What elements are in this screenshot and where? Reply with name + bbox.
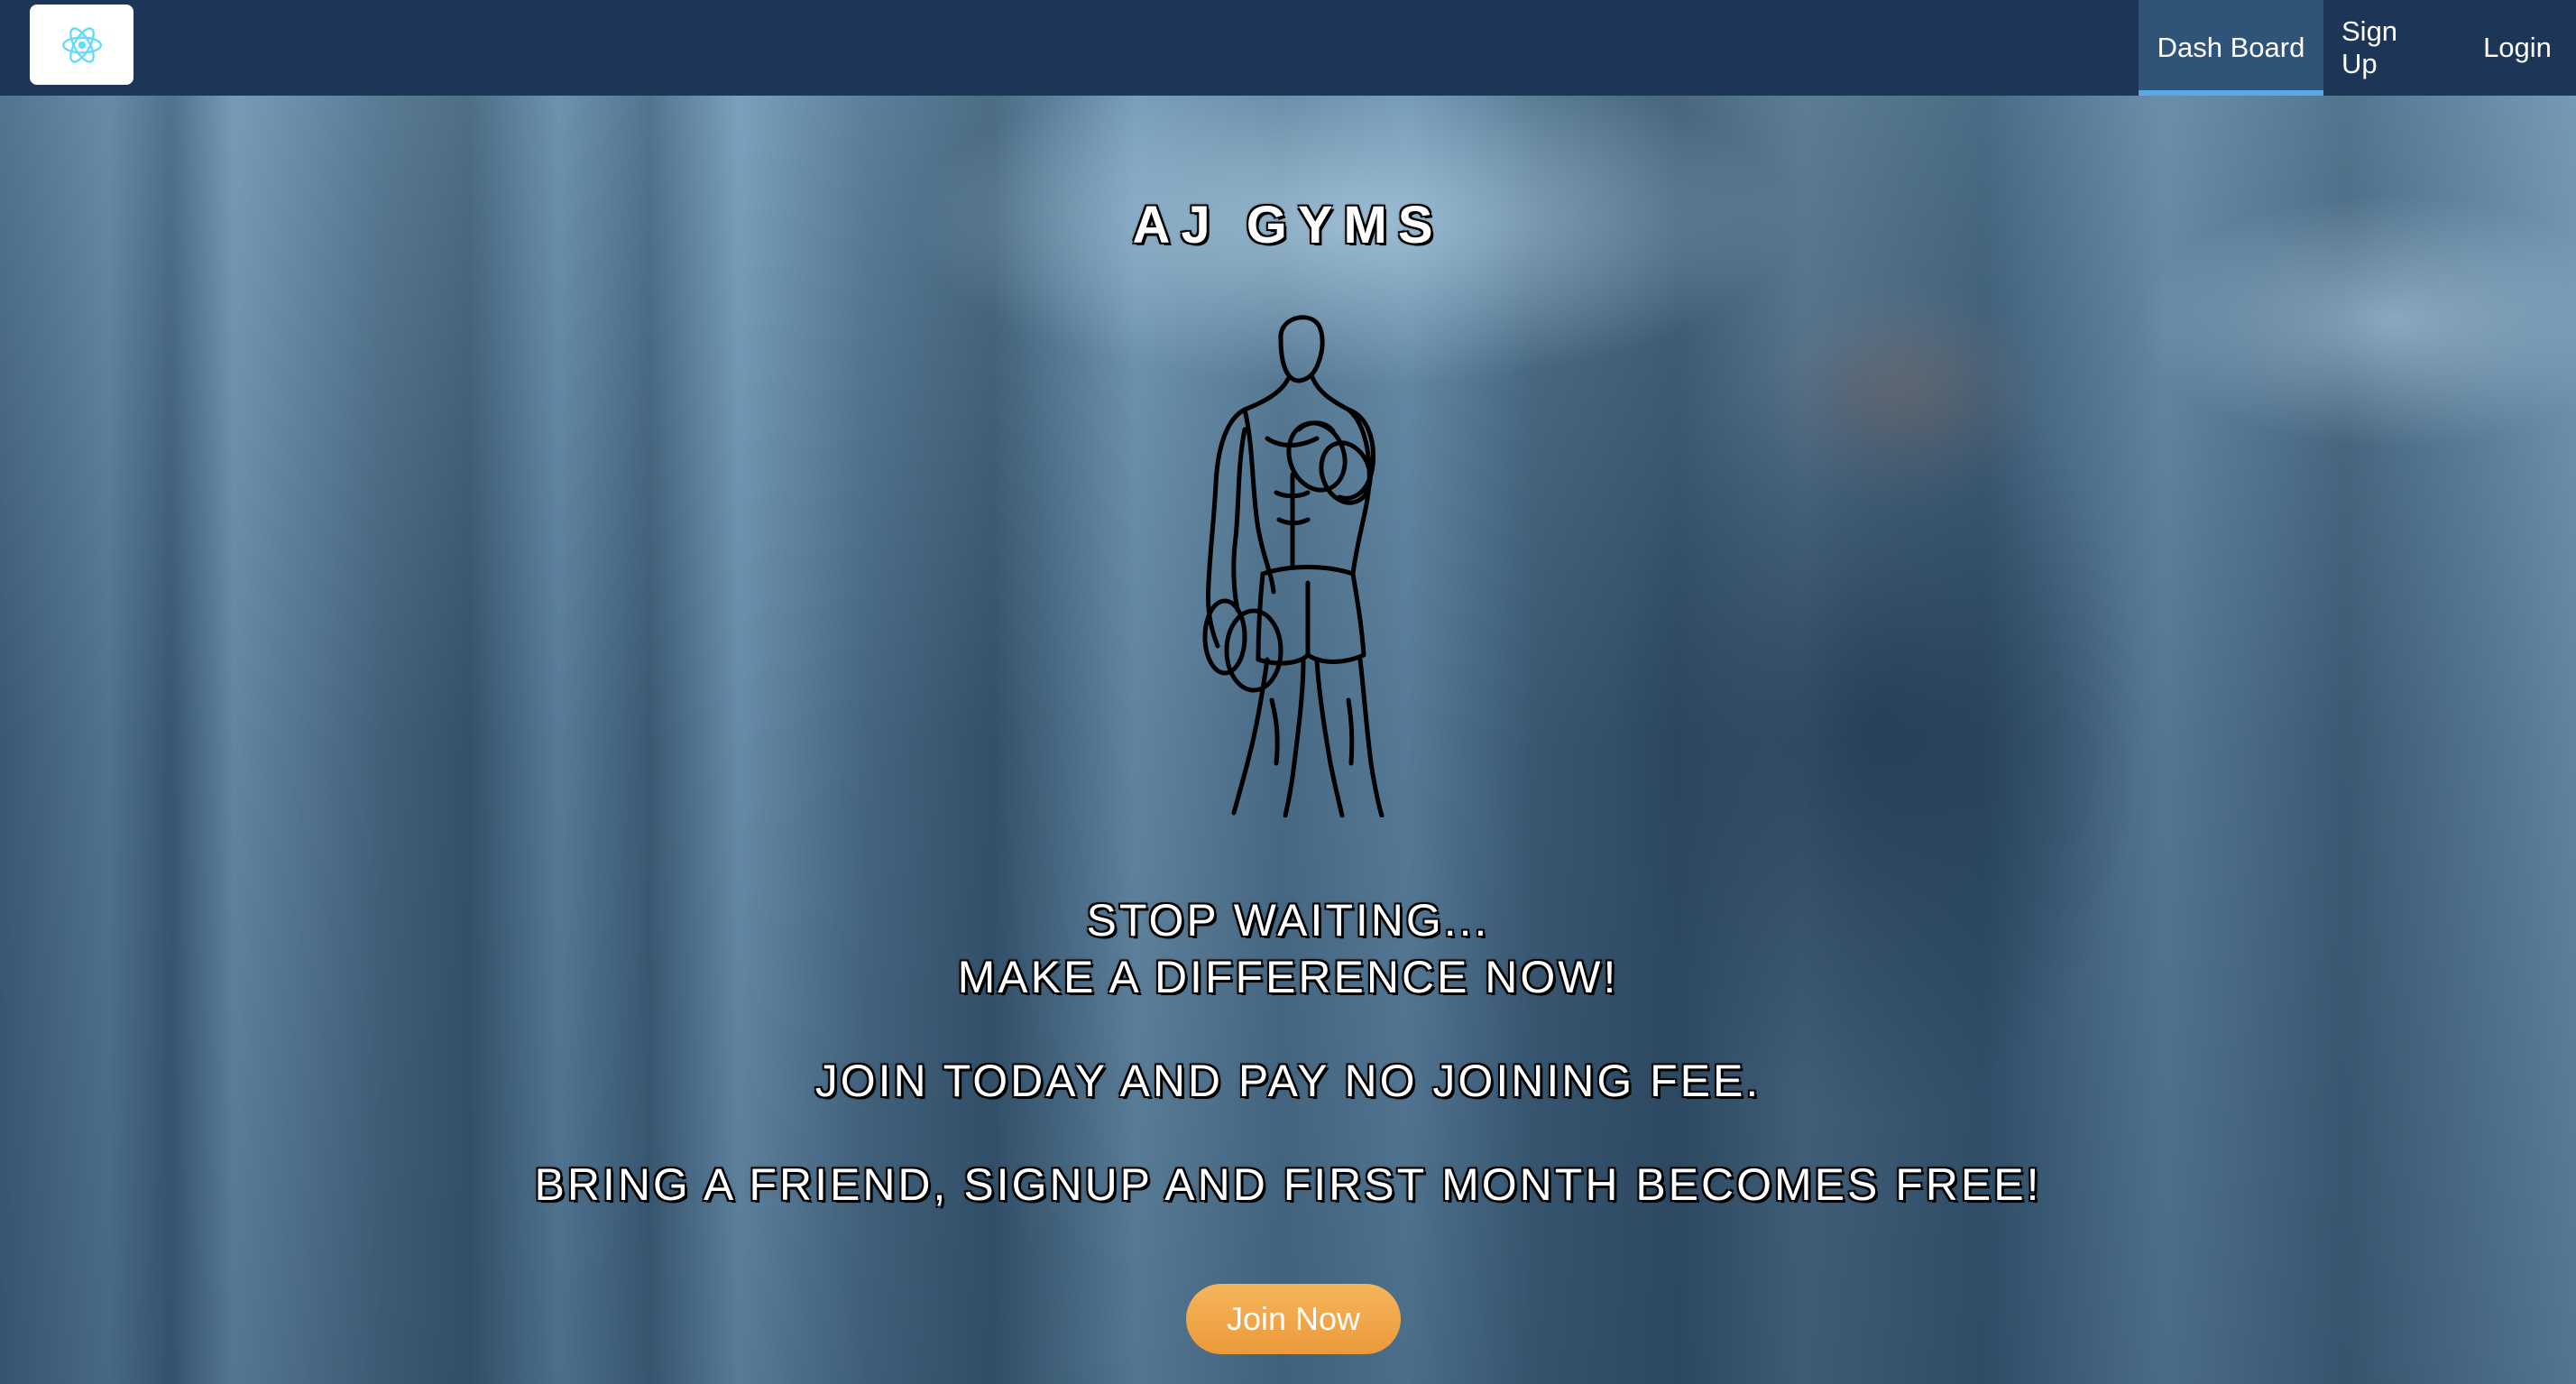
nav-signup-link[interactable]: Sign Up (2323, 0, 2459, 96)
promo-no-joining-fee: JOIN TODAY AND PAY NO JOINING FEE. (814, 1056, 1762, 1106)
top-navbar: Dash Board Sign Up Login (0, 0, 2576, 96)
react-atom-icon (61, 26, 102, 63)
nav-links: Dash Board Sign Up Login (2139, 0, 2576, 96)
hero-content: AJ GYMS STOP WAITING... MAKE A DIFFERENC… (0, 96, 2576, 1384)
page: Dash Board Sign Up Login AJ GYMS STOP WA… (0, 0, 2576, 1384)
page-title: AJ GYMS (1132, 196, 1444, 254)
logo-link[interactable] (30, 5, 133, 85)
bodybuilder-dumbbell-icon (1202, 315, 1385, 817)
tagline-stop-waiting: STOP WAITING... (1086, 895, 1490, 946)
join-now-button[interactable]: Join Now (1186, 1284, 1401, 1354)
promo-bring-friend: BRING A FRIEND, SIGNUP AND FIRST MONTH B… (534, 1159, 2042, 1210)
nav-dashboard-link[interactable]: Dash Board (2139, 0, 2323, 96)
nav-login-link[interactable]: Login (2459, 0, 2576, 96)
tagline-make-difference: MAKE A DIFFERENCE NOW! (957, 952, 1619, 1002)
